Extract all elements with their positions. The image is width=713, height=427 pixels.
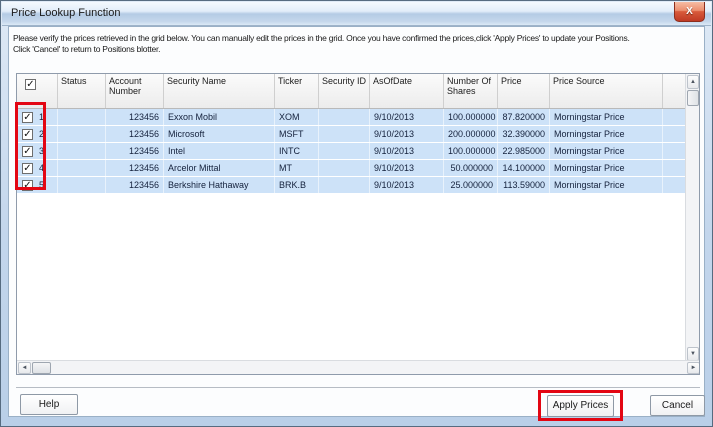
cell-security-name: Exxon Mobil [164, 109, 275, 125]
column-header-security-id[interactable]: Security ID [319, 74, 370, 108]
cell-filler [663, 177, 687, 193]
close-icon[interactable]: X [674, 2, 705, 22]
cell-security-id [319, 109, 370, 125]
cell-security-name: Arcelor Mittal [164, 160, 275, 176]
title-bar[interactable]: Price Lookup Function X [2, 2, 711, 26]
scroll-down-icon[interactable]: ▼ [687, 347, 699, 361]
cell-status [58, 126, 106, 142]
cell-price-source: Morningstar Price [550, 143, 663, 159]
grid-row[interactable]: ✓ 3 123456 Intel INTC 9/10/2013 100.0000… [17, 143, 687, 160]
cell-ticker: MSFT [275, 126, 319, 142]
footer-separator [16, 387, 700, 388]
cancel-button[interactable]: Cancel [650, 395, 705, 416]
cell-status [58, 160, 106, 176]
grid-row[interactable]: ✓ 1 123456 Exxon Mobil XOM 9/10/2013 100… [17, 109, 687, 126]
cell-security-id [319, 143, 370, 159]
cell-price-source: Morningstar Price [550, 177, 663, 193]
cell-price[interactable]: 32.390000 [498, 126, 550, 142]
cell-filler [663, 160, 687, 176]
column-header-asofdate[interactable]: AsOfDate [370, 74, 444, 108]
highlight-box-apply-button [538, 390, 623, 421]
cell-filler [663, 126, 687, 142]
column-header-price-source[interactable]: Price Source [550, 74, 663, 108]
grid-row[interactable]: ✓ 2 123456 Microsoft MSFT 9/10/2013 200.… [17, 126, 687, 143]
column-header-status[interactable]: Status [58, 74, 106, 108]
cell-shares: 50.000000 [444, 160, 498, 176]
cell-shares: 100.000000 [444, 143, 498, 159]
cell-security-id [319, 177, 370, 193]
cell-price[interactable]: 22.985000 [498, 143, 550, 159]
column-header-price[interactable]: Price [498, 74, 550, 108]
grid-row[interactable]: ✓ 5 123456 Berkshire Hathaway BRK.B 9/10… [17, 177, 687, 194]
cell-account: 123456 [106, 126, 164, 142]
cell-asofdate: 9/10/2013 [370, 160, 444, 176]
cell-ticker: BRK.B [275, 177, 319, 193]
column-header-account[interactable]: Account Number [106, 74, 164, 108]
cell-status [58, 177, 106, 193]
scroll-left-icon[interactable]: ◄ [18, 362, 31, 374]
cell-security-name: Intel [164, 143, 275, 159]
grid-row[interactable]: ✓ 4 123456 Arcelor Mittal MT 9/10/2013 5… [17, 160, 687, 177]
cell-price-source: Morningstar Price [550, 126, 663, 142]
grid-body: ✓ 1 123456 Exxon Mobil XOM 9/10/2013 100… [17, 109, 687, 194]
instruction-text: Please verify the prices retrieved in th… [13, 33, 705, 55]
cell-shares: 100.000000 [444, 109, 498, 125]
cell-filler [663, 109, 687, 125]
cell-security-name: Microsoft [164, 126, 275, 142]
cell-price-source: Morningstar Price [550, 160, 663, 176]
vertical-scrollbar[interactable]: ▲ ▼ [685, 74, 699, 362]
column-header-ticker[interactable]: Ticker [275, 74, 319, 108]
cell-account: 123456 [106, 160, 164, 176]
highlight-box-checkboxes [15, 102, 46, 190]
cell-asofdate: 9/10/2013 [370, 177, 444, 193]
cell-shares: 200.000000 [444, 126, 498, 142]
cell-account: 123456 [106, 143, 164, 159]
window-title: Price Lookup Function [11, 7, 120, 19]
cell-account: 123456 [106, 109, 164, 125]
cell-ticker: MT [275, 160, 319, 176]
horizontal-scroll-thumb[interactable] [32, 362, 51, 374]
cell-filler [663, 143, 687, 159]
cell-price[interactable]: 87.820000 [498, 109, 550, 125]
cell-price-source: Morningstar Price [550, 109, 663, 125]
column-header-shares[interactable]: Number Of Shares [444, 74, 498, 108]
instruction-line-1: Please verify the prices retrieved in th… [13, 33, 705, 44]
cell-ticker: INTC [275, 143, 319, 159]
horizontal-scrollbar[interactable]: ◄ ► [17, 360, 700, 374]
cell-security-id [319, 126, 370, 142]
cell-asofdate: 9/10/2013 [370, 143, 444, 159]
cell-status [58, 109, 106, 125]
instruction-line-2: Click 'Cancel' to return to Positions bl… [13, 44, 705, 55]
cell-status [58, 143, 106, 159]
column-header-filler [663, 74, 687, 108]
help-button[interactable]: Help [20, 394, 78, 415]
cell-security-name: Berkshire Hathaway [164, 177, 275, 193]
price-grid: ✓ Status Account Number Security Name Ti… [16, 73, 700, 375]
cell-asofdate: 9/10/2013 [370, 126, 444, 142]
select-all-checkbox[interactable]: ✓ [25, 79, 36, 90]
column-header-security-name[interactable]: Security Name [164, 74, 275, 108]
cell-security-id [319, 160, 370, 176]
cell-account: 123456 [106, 177, 164, 193]
scroll-right-icon[interactable]: ► [687, 362, 700, 374]
grid-header-row: ✓ Status Account Number Security Name Ti… [17, 74, 687, 109]
scroll-up-icon[interactable]: ▲ [687, 75, 699, 89]
dialog-client-area: Please verify the prices retrieved in th… [8, 26, 705, 417]
cell-price[interactable]: 14.100000 [498, 160, 550, 176]
cell-price[interactable]: 113.59000 [498, 177, 550, 193]
cell-asofdate: 9/10/2013 [370, 109, 444, 125]
cell-ticker: XOM [275, 109, 319, 125]
vertical-scroll-thumb[interactable] [687, 90, 699, 106]
cell-shares: 25.000000 [444, 177, 498, 193]
price-lookup-dialog: Price Lookup Function X Please verify th… [0, 0, 713, 427]
